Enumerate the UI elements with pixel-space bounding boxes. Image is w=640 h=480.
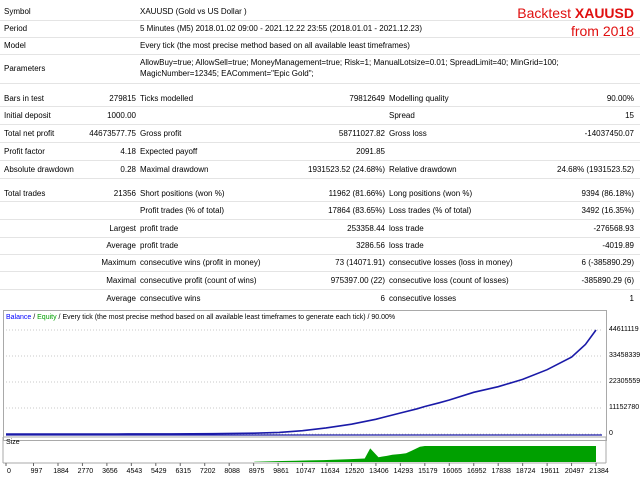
y-tick-label: 0: [609, 430, 613, 437]
y-tick-label: 11152780: [609, 404, 640, 411]
x-tick-label: 0: [7, 468, 11, 475]
x-tick-label: 21384: [589, 468, 609, 475]
size-label: Size: [6, 439, 20, 446]
y-tick-label: 33458339: [609, 352, 640, 359]
y-tick-label: 44611119: [609, 326, 639, 333]
y-tick-label: 22305559: [609, 378, 640, 385]
balance-chart: [2, 329, 607, 466]
size-area: [254, 446, 597, 462]
